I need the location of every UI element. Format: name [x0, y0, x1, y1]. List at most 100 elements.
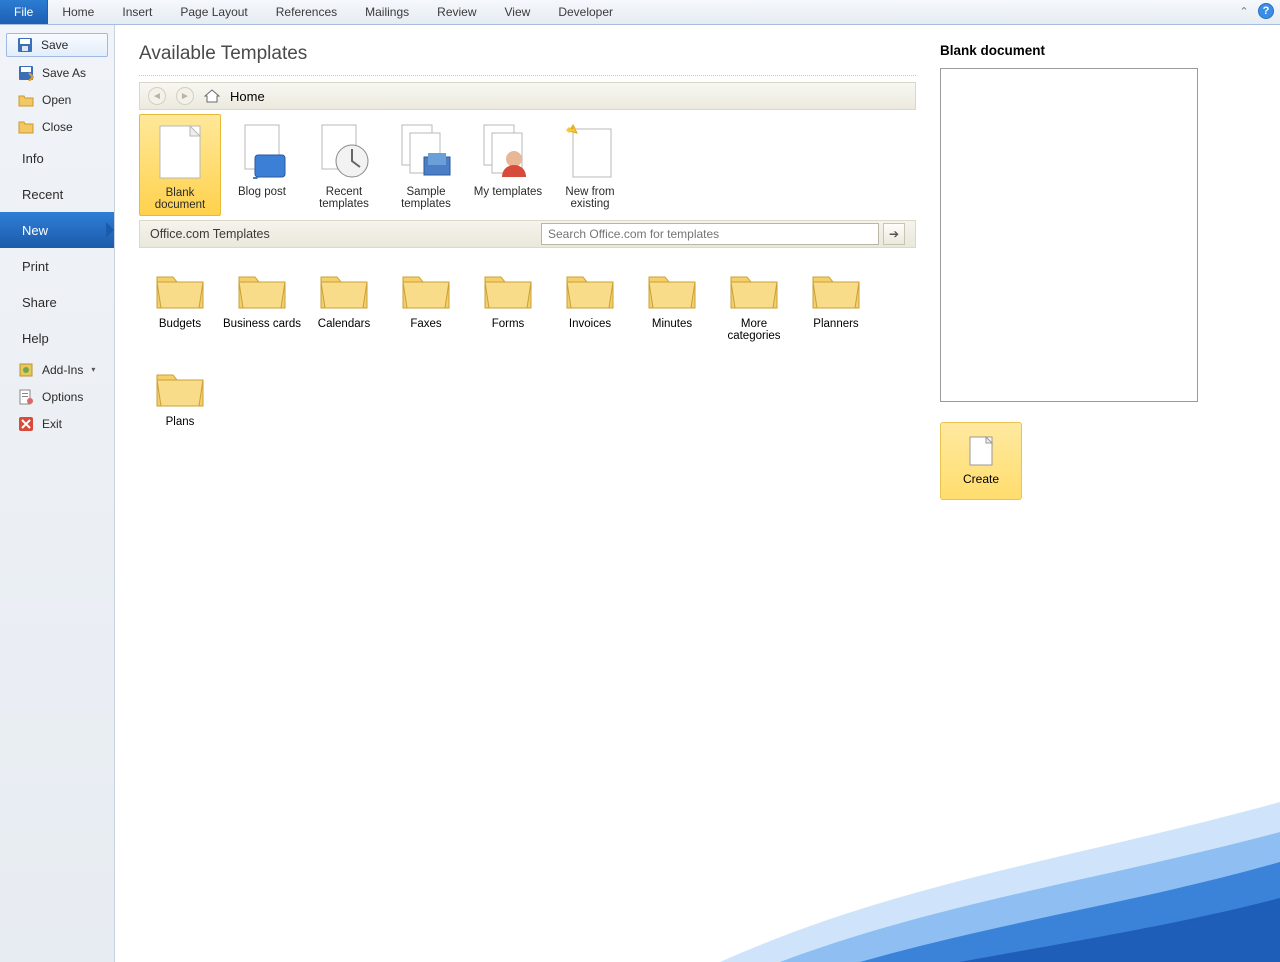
tile-blog-post[interactable]: Blog post [221, 114, 303, 216]
exit-icon [18, 416, 34, 432]
template-tiles: Blank document Blog post Recent template… [139, 114, 916, 216]
sidebar-print[interactable]: Print [0, 248, 114, 284]
sidebar-label: Add-Ins [42, 363, 83, 377]
sidebar-label: Print [22, 259, 49, 274]
create-button[interactable]: Create [940, 422, 1022, 500]
template-folders: Budgets Business cards Calendars Faxes Forms… [139, 262, 916, 446]
tab-file[interactable]: File [0, 0, 48, 24]
tile-blank-document[interactable]: Blank document [139, 114, 221, 216]
folder-budgets[interactable]: Budgets [139, 262, 221, 342]
folder-label: Business cards [223, 318, 301, 330]
addins-icon [18, 362, 34, 378]
sidebar-label: Share [22, 295, 57, 310]
folder-label: Forms [492, 318, 525, 330]
tile-label: Recent templates [319, 186, 369, 210]
sidebar-save[interactable]: Save [6, 33, 108, 57]
tab-review[interactable]: Review [423, 0, 490, 24]
sidebar-addins[interactable]: Add-Ins ▾ [0, 356, 114, 383]
sidebar-help[interactable]: Help [0, 320, 114, 356]
folder-label: Plans [166, 416, 195, 428]
sidebar-saveas[interactable]: Save As [0, 59, 114, 86]
folder-icon [563, 269, 617, 311]
tab-view[interactable]: View [491, 0, 545, 24]
folder-icon [727, 269, 781, 311]
nav-forward-button[interactable]: ► [176, 87, 194, 105]
tab-insert[interactable]: Insert [108, 0, 166, 24]
sidebar-info[interactable]: Info [0, 140, 114, 176]
section-label: Office.com Templates [150, 227, 270, 241]
tab-page-layout[interactable]: Page Layout [166, 0, 261, 24]
sidebar-close[interactable]: Close [0, 113, 114, 140]
minimize-ribbon-icon[interactable]: ⌃ [1236, 3, 1252, 19]
create-label: Create [963, 472, 999, 486]
templates-main: Available Templates ◄ ► Home Blank docum… [115, 25, 940, 962]
blank-doc-icon [158, 124, 202, 180]
sidebar-exit[interactable]: Exit [0, 410, 114, 437]
tile-sample-templates[interactable]: Sample templates [385, 114, 467, 216]
folder-forms[interactable]: Forms [467, 262, 549, 342]
sidebar-options[interactable]: Options [0, 383, 114, 410]
tile-new-from-existing[interactable]: New from existing [549, 114, 631, 216]
folder-label: Budgets [159, 318, 201, 330]
folder-icon [809, 269, 863, 311]
backstage-sidebar: Save Save As Open Close Info Recent New … [0, 25, 115, 962]
folder-icon [153, 367, 207, 409]
preview-title: Blank document [940, 43, 1240, 58]
save-icon [17, 37, 33, 53]
folder-label: Calendars [318, 318, 370, 330]
folder-icon [481, 269, 535, 311]
close-folder-icon [18, 119, 34, 135]
nav-back-button[interactable]: ◄ [148, 87, 166, 105]
folder-label: Planners [813, 318, 858, 330]
page-title: Available Templates [139, 43, 916, 65]
sidebar-label: New [22, 223, 48, 238]
office-templates-bar: Office.com Templates ➔ [139, 220, 916, 248]
sidebar-open[interactable]: Open [0, 86, 114, 113]
preview-pane: Blank document Create [940, 25, 1280, 962]
sidebar-recent[interactable]: Recent [0, 176, 114, 212]
tab-developer[interactable]: Developer [544, 0, 627, 24]
ribbon-tabs: File Home Insert Page Layout References … [0, 0, 1280, 25]
sidebar-share[interactable]: Share [0, 284, 114, 320]
folder-faxes[interactable]: Faxes [385, 262, 467, 342]
sidebar-new[interactable]: New [0, 212, 114, 248]
folder-label: Faxes [410, 318, 441, 330]
breadcrumb-home[interactable]: Home [230, 89, 265, 104]
saveas-icon [18, 65, 34, 81]
sidebar-label: Save As [42, 66, 86, 80]
new-existing-icon [565, 123, 615, 179]
sidebar-label: Save [41, 38, 68, 52]
folder-calendars[interactable]: Calendars [303, 262, 385, 342]
home-icon [204, 88, 220, 104]
folder-plans[interactable]: Plans [139, 360, 221, 428]
folder-minutes[interactable]: Minutes [631, 262, 713, 342]
sidebar-label: Exit [42, 417, 62, 431]
folder-more-categories[interactable]: More categories [713, 262, 795, 342]
folder-planners[interactable]: Planners [795, 262, 877, 342]
tile-label: My templates [474, 186, 542, 198]
search-go-button[interactable]: ➔ [883, 223, 905, 245]
folder-icon [317, 269, 371, 311]
folder-business-cards[interactable]: Business cards [221, 262, 303, 342]
create-doc-icon [969, 436, 993, 466]
folder-invoices[interactable]: Invoices [549, 262, 631, 342]
tab-mailings[interactable]: Mailings [351, 0, 423, 24]
tile-label: Blog post [238, 186, 286, 198]
tab-references[interactable]: References [262, 0, 351, 24]
help-icon[interactable]: ? [1258, 3, 1274, 19]
folder-label: More categories [727, 318, 780, 342]
my-templates-icon [480, 123, 536, 179]
tab-home[interactable]: Home [48, 0, 108, 24]
breadcrumb: ◄ ► Home [139, 82, 916, 110]
folder-icon [645, 269, 699, 311]
tile-recent-templates[interactable]: Recent templates [303, 114, 385, 216]
tile-label: Blank document [155, 187, 206, 211]
options-icon [18, 389, 34, 405]
recent-icon [316, 123, 372, 179]
sidebar-label: Options [42, 390, 83, 404]
tile-my-templates[interactable]: My templates [467, 114, 549, 216]
sidebar-label: Open [42, 93, 71, 107]
tile-label: New from existing [565, 186, 614, 210]
folder-label: Invoices [569, 318, 611, 330]
search-input[interactable] [541, 223, 879, 245]
